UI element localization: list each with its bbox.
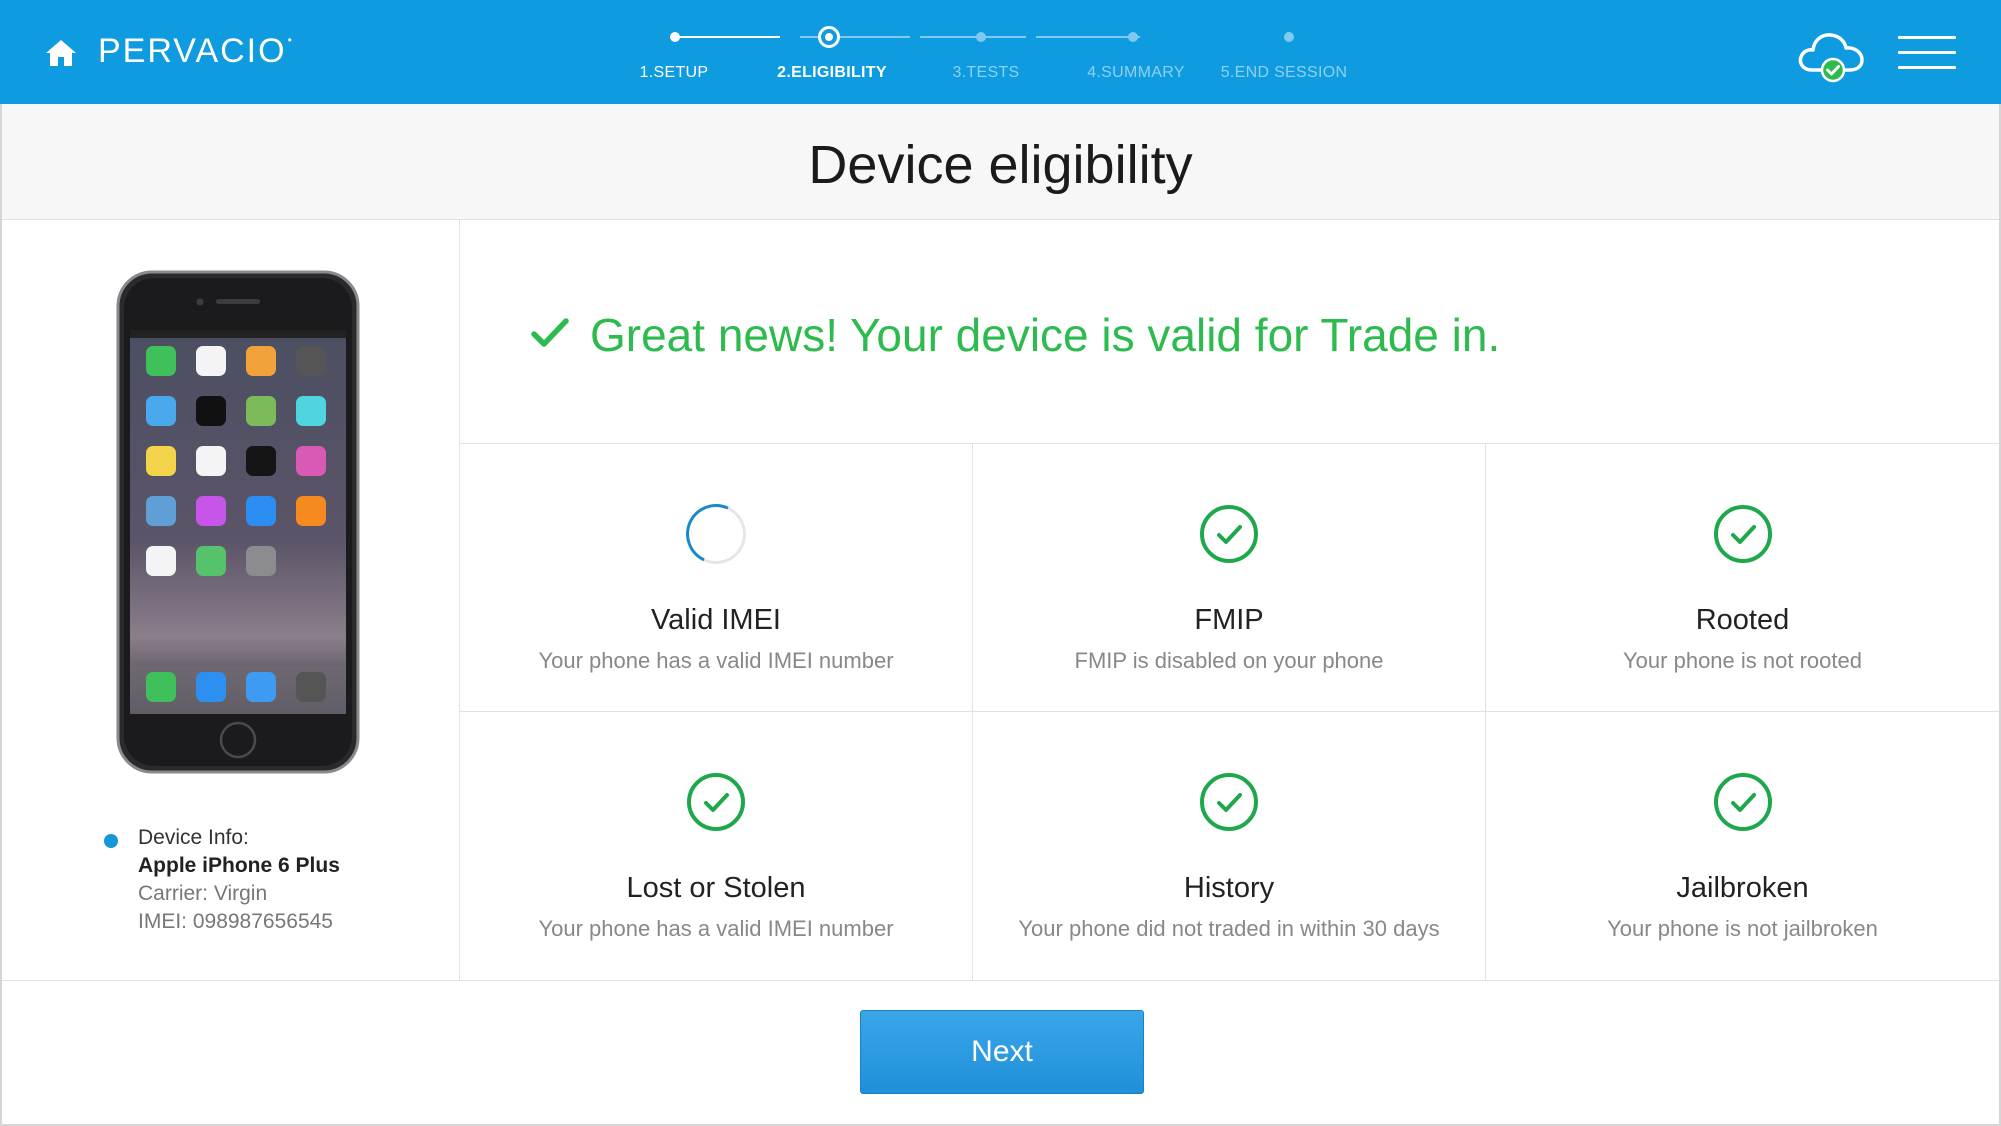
check-card-lost-or-stolen: Lost or Stolen Your phone has a valid IM…: [460, 712, 973, 980]
next-button[interactable]: Next: [860, 1010, 1144, 1094]
step-dot-summary: [1128, 32, 1138, 42]
step-dot-tests: [976, 32, 986, 42]
checks-grid: Valid IMEI Your phone has a valid IMEI n…: [460, 444, 1999, 980]
check-circle-icon: [687, 773, 745, 831]
step-label-tests: 3.TESTS: [952, 64, 1020, 81]
device-imei: IMEI: 098987656545: [138, 910, 333, 933]
eligibility-panel: Great news! Your device is valid for Tra…: [460, 220, 1999, 980]
footer: Next: [2, 980, 1999, 1126]
check-title: FMIP: [1194, 604, 1264, 636]
step-dot-eligibility: [818, 26, 840, 48]
step-label-setup[interactable]: 1.SETUP: [640, 64, 709, 82]
step-label-end-session: 5.END SESSION: [1220, 64, 1348, 81]
check-description: FMIP is disabled on your phone: [1074, 648, 1384, 673]
loading-spinner-icon: [677, 495, 755, 573]
check-description: Your phone is not jailbroken: [1607, 916, 1878, 941]
step-connector: [1036, 36, 1140, 38]
title-band: Device eligibility: [2, 104, 1999, 220]
step-dot-setup: [670, 32, 680, 42]
device-info-label: Device Info:: [138, 826, 249, 849]
check-circle-icon: [1713, 773, 1772, 831]
page-title: Device eligibility: [808, 135, 1193, 195]
result-banner: Great news! Your device is valid for Tra…: [460, 220, 1999, 444]
step-connector: [670, 36, 780, 38]
step-dot-end-session: [1284, 32, 1294, 42]
check-description: Your phone is not rooted: [1623, 648, 1862, 673]
success-check-icon: [531, 318, 569, 347]
check-description: Your phone did not traded in within 30 d…: [1018, 916, 1440, 941]
phone-image: [116, 270, 360, 774]
check-card-valid-imei: Valid IMEI Your phone has a valid IMEI n…: [460, 444, 973, 712]
menu-line: [1898, 36, 1956, 39]
check-circle-icon: [1200, 773, 1258, 831]
check-title: History: [1183, 872, 1275, 904]
check-title: Jailbroken: [1676, 872, 1809, 904]
check-description: Your phone has a valid IMEI number: [538, 648, 894, 673]
step-label-eligibility[interactable]: 2.ELIGIBILITY: [777, 64, 887, 82]
check-circle-icon: [1200, 505, 1258, 563]
step-connector: [920, 36, 1026, 38]
home-icon[interactable]: [44, 38, 78, 68]
top-bar: PERVACIO• 1.SETUP 2.ELIGIBILITY 3.TESTS …: [0, 0, 2001, 104]
hamburger-menu-icon[interactable]: [1898, 36, 1956, 70]
device-panel: Device Info: Apple iPhone 6 Plus Carrier…: [2, 220, 460, 980]
check-title: Rooted: [1695, 604, 1790, 636]
device-info: Device Info: Apple iPhone 6 Plus Carrier…: [104, 824, 340, 936]
menu-line: [1898, 51, 1956, 54]
info-bullet-icon: [104, 834, 118, 848]
brand-logo: PERVACIO•: [98, 32, 294, 70]
check-card-rooted: Rooted Your phone is not rooted: [1486, 444, 1999, 712]
device-model: Apple iPhone 6 Plus: [138, 854, 340, 877]
cloud-check-icon[interactable]: [1796, 26, 1866, 86]
device-carrier: Carrier: Virgin: [138, 882, 268, 905]
check-title: Valid IMEI: [650, 604, 781, 636]
menu-line: [1898, 66, 1956, 69]
check-description: Your phone has a valid IMEI number: [538, 916, 894, 941]
check-card-fmip: FMIP FMIP is disabled on your phone: [973, 444, 1486, 712]
step-label-summary: 4.SUMMARY: [1087, 64, 1185, 81]
check-card-jailbroken: Jailbroken Your phone is not jailbroken: [1486, 712, 1999, 980]
check-circle-icon: [1713, 505, 1772, 563]
result-message: Great news! Your device is valid for Tra…: [590, 309, 1501, 361]
step-connector: [800, 36, 910, 38]
progress-stepper: 1.SETUP 2.ELIGIBILITY 3.TESTS 4.SUMMARY …: [620, 20, 1380, 90]
check-card-history: History Your phone did not traded in wit…: [973, 712, 1486, 980]
check-title: Lost or Stolen: [626, 872, 806, 904]
